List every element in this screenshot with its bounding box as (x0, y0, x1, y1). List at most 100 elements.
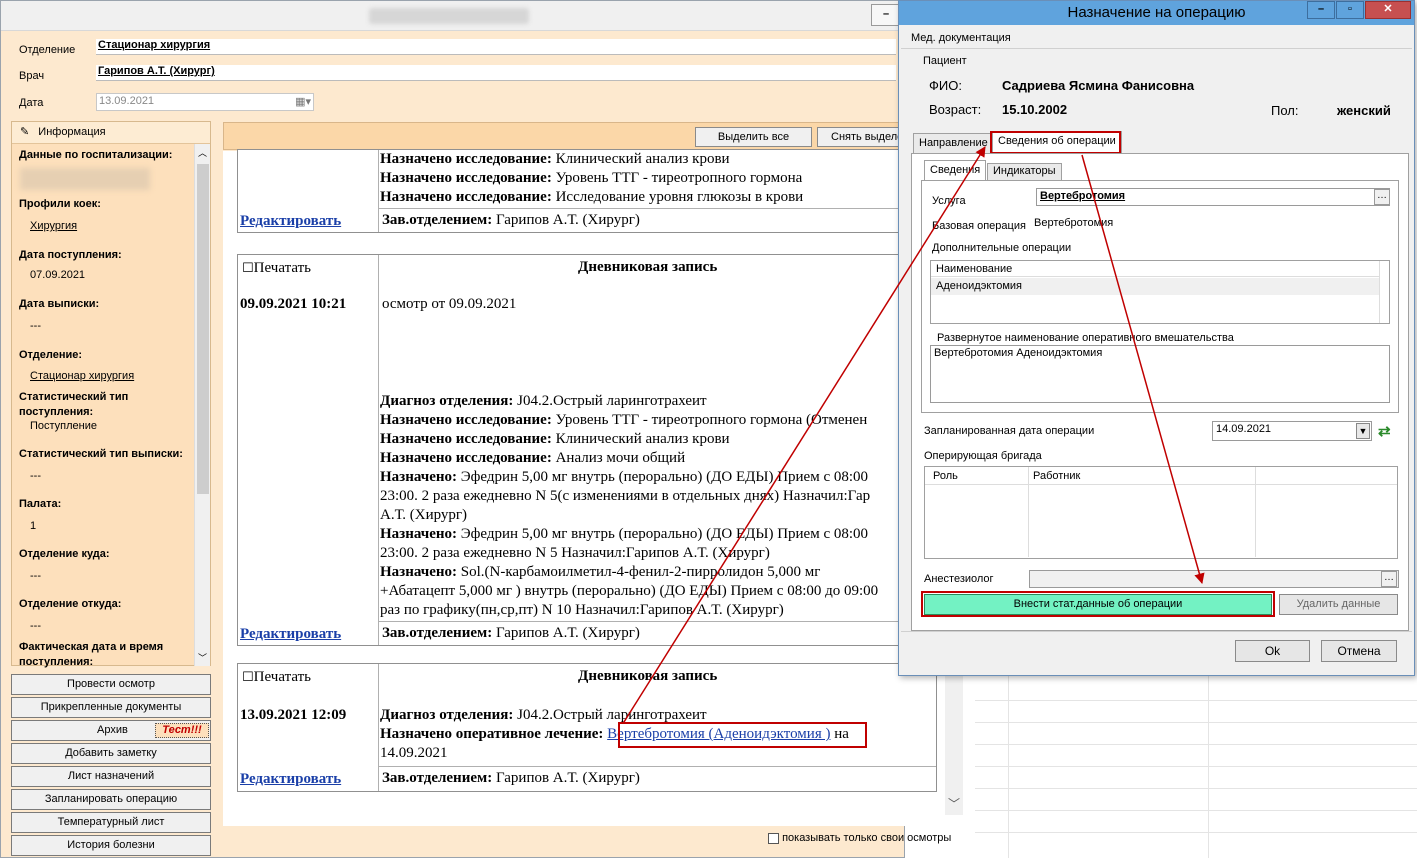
print-label: Печатать (253, 260, 311, 276)
subtab-indicators[interactable]: Индикаторы (987, 163, 1062, 180)
team-header (925, 467, 1397, 485)
doctor-field[interactable]: Гарипов А.Т. (Хирург) (96, 65, 896, 81)
department-info-link[interactable]: Стационар хирургия (30, 370, 134, 382)
bed-profiles-link[interactable]: Хирургия (30, 220, 77, 232)
grid-line (975, 766, 1417, 767)
operation-link-highlight (618, 722, 867, 748)
line-text: 23:00. 2 раза ежедневно N 5(с изменениям… (380, 488, 871, 504)
entry0-line-0: Назначено исследование: Клинический анал… (380, 150, 730, 169)
print-checkbox-1[interactable]: ☐Печатать (242, 259, 311, 278)
edit-link[interactable]: Редактировать (240, 626, 341, 643)
discharge-date-label: Дата выписки: (19, 298, 100, 310)
grid-line (975, 788, 1417, 789)
checkbox-icon[interactable] (768, 832, 779, 844)
anesth-field[interactable] (1029, 570, 1399, 588)
bed-profiles-label: Профили коек: (19, 198, 101, 210)
actual-date-label-2: поступления: (19, 656, 94, 668)
archive-button[interactable]: Архив Тест!!! (11, 720, 211, 741)
stat-discharge-value: --- (30, 470, 41, 482)
planned-date-field[interactable]: 14.09.2021 ▼ (1212, 421, 1372, 441)
col-divider (1255, 467, 1256, 557)
edit-link[interactable]: Редактировать (240, 213, 341, 230)
dept-from-label: Отделение откуда: (19, 598, 122, 610)
base-op-value: Вертебротомия (1034, 217, 1114, 229)
extra-ops-row[interactable]: Аденоидэктомия (931, 278, 1379, 295)
subtab-info[interactable]: Сведения (924, 160, 987, 180)
operation-dialog: Назначение на операцию – ▫ ✕ Мед. докуме… (898, 0, 1415, 676)
entry-divider (378, 664, 379, 791)
scroll-thumb[interactable] (197, 164, 209, 494)
dialog-close-button[interactable]: ✕ (1365, 1, 1411, 19)
entry1-line: Назначено исследование: Анализ мочи общи… (380, 449, 685, 468)
info-panel-header: ✎ Информация (12, 122, 210, 144)
anesth-browse-button[interactable]: … (1381, 571, 1397, 587)
line-text: Анализ мочи общий (551, 450, 686, 466)
checkbox-icon[interactable]: ☐ (242, 261, 254, 276)
medical-history-button[interactable]: История болезни (11, 835, 211, 856)
entry1-line: Назначено: Эфедрин 5,00 мг внутрь (перор… (380, 468, 868, 487)
add-note-button[interactable]: Добавить заметку (11, 743, 211, 764)
temperature-sheet-button[interactable]: Температурный лист (11, 812, 211, 833)
planned-date-label: Запланированная дата операции (924, 425, 1095, 437)
team-grid[interactable]: Роль Работник (924, 466, 1398, 559)
head-text: Гарипов А.Т. (Хирург) (492, 625, 640, 641)
plan-operation-button[interactable]: Запланировать операцию (11, 789, 211, 810)
date-field[interactable]: 13.09.2021 ▦▾ (96, 93, 314, 111)
menu-med-docs[interactable]: Мед. документация (911, 32, 1011, 44)
cancel-button[interactable]: Отмена (1321, 640, 1397, 662)
entry2-op-date: 14.09.2021 (380, 745, 448, 761)
diary-entry-prev: Назначено исследование: Клинический анал… (237, 149, 937, 233)
dialog-minimize-button[interactable]: – (1307, 1, 1335, 19)
service-label: Услуга (932, 195, 966, 207)
extra-ops-label: Дополнительные операции (932, 242, 1072, 254)
delete-data-button[interactable]: Удалить данные (1279, 594, 1398, 615)
date-value: 13.09.2021 (99, 95, 155, 107)
line-text: Клинический анализ крови (551, 431, 730, 447)
team-col-worker: Работник (1033, 470, 1081, 482)
only-own-checkbox[interactable]: показывать только свои осмотры (768, 832, 951, 844)
background-sheet (975, 676, 1417, 858)
planned-date-value: 14.09.2021 (1216, 423, 1272, 435)
grid-scrollbar[interactable] (1379, 261, 1389, 323)
refresh-icon[interactable]: ⇄ (1378, 422, 1391, 440)
diag-text: J04.2.Острый ларинготрахеит (513, 707, 707, 723)
extra-ops-grid[interactable]: Наименование Аденоидэктомия (930, 260, 1390, 324)
department-field[interactable]: Стационар хирургия (96, 39, 896, 55)
content-toolbar: Выделить все Снять выделе (223, 122, 907, 150)
dropdown-arrow-icon[interactable]: ▼ (1356, 423, 1370, 439)
dialog-maximize-button[interactable]: ▫ (1336, 1, 1364, 19)
stat-discharge-label: Статистический тип выписки: (19, 448, 183, 460)
entry1-line: Назначено: Sol.(N-карбамоилметил-4-фенил… (380, 563, 820, 582)
entry0-line-1: Назначено исследование: Уровень ТТГ - ти… (380, 169, 802, 188)
actual-date-label-1: Фактическая дата и время (19, 641, 164, 653)
stat-admission-value: Поступление (30, 420, 98, 432)
line-text: Исследование уровня глюкозы в крови (551, 189, 804, 205)
info-panel-scrollbar[interactable]: ︿ ﹀ (194, 144, 210, 666)
minimize-button[interactable]: – (871, 4, 901, 26)
edit-link[interactable]: Редактировать (240, 771, 341, 788)
scroll-up-icon[interactable]: ︿ (198, 146, 207, 159)
scroll-down-icon[interactable]: ﹀ (948, 795, 960, 812)
entry1-head: Зав.отделением: Гарипов А.Т. (Хирург) (382, 624, 640, 643)
line-text: Эфедрин 5,00 мг внутрь (перорально) (ДО … (457, 469, 869, 485)
hospitalization-label: Данные по госпитализации: (19, 149, 173, 161)
line-bold: Назначено: (380, 564, 457, 580)
deselect-button[interactable]: Снять выделе (817, 127, 907, 147)
select-all-button[interactable]: Выделить все (695, 127, 812, 147)
department-info-label: Отделение: (19, 349, 83, 361)
ok-button[interactable]: Ok (1235, 640, 1310, 662)
service-browse-button[interactable]: … (1374, 189, 1390, 205)
row-divider (378, 208, 936, 209)
service-field[interactable]: Вертебротомия (1036, 188, 1390, 206)
prescription-sheet-button[interactable]: Лист назначений (11, 766, 211, 787)
scroll-down-icon[interactable]: ﹀ (198, 651, 207, 664)
full-name-field[interactable]: Вертебротомия Аденоидэктомия (930, 345, 1390, 403)
print-checkbox-2[interactable]: ☐Печатать (242, 668, 311, 687)
checkbox-icon[interactable]: ☐ (242, 670, 254, 685)
attached-docs-button[interactable]: Прикрепленные документы (11, 697, 211, 718)
team-label: Оперирующая бригада (924, 450, 1042, 462)
conduct-exam-button[interactable]: Провести осмотр (11, 674, 211, 695)
tab-direction[interactable]: Направление (913, 133, 994, 153)
sex-label: Пол: (1271, 103, 1299, 118)
calendar-icon[interactable]: ▦▾ (295, 95, 311, 108)
